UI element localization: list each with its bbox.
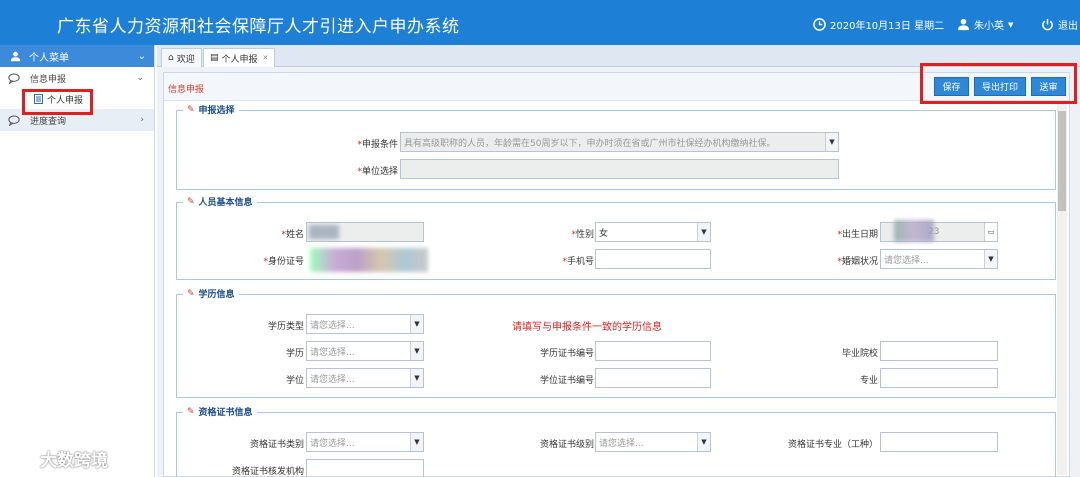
close-icon[interactable]: ✕ <box>263 54 269 62</box>
tab-welcome[interactable]: ⌂ 欢迎 <box>161 48 202 67</box>
field-label: 资格证书专业（工种） <box>787 440 878 450</box>
field-label: 资格证书核发机构 <box>231 467 304 477</box>
watermark: 大数跨境 <box>10 446 108 471</box>
tab-label: 欢迎 <box>176 54 195 65</box>
field-label: *身份证号 <box>263 257 304 267</box>
unit-select[interactable] <box>400 159 839 179</box>
field-label: 学历类型 <box>267 322 304 332</box>
scrollbar-thumb[interactable] <box>1058 111 1066 211</box>
calendar-icon: ▭ <box>984 223 997 241</box>
certificate-category-select[interactable]: 请您选择... ▼ <box>306 432 424 452</box>
vertical-scrollbar[interactable] <box>1057 103 1067 475</box>
certificate-specialty-field[interactable] <box>880 432 998 452</box>
redaction <box>310 248 428 272</box>
edit-icon: ✎ <box>187 406 195 417</box>
caret-down-icon: ▼ <box>1008 20 1014 29</box>
date-text: 2020年10月13日 星期二 <box>830 21 945 32</box>
tab-label: 个人申报 <box>221 54 258 65</box>
chevron-down-icon: ⌄ <box>137 50 146 62</box>
highlight-box-sidebar <box>22 89 93 115</box>
field-label: 专业 <box>859 376 878 386</box>
sidebar-group-label: 信息申报 <box>30 74 67 85</box>
document-icon: ▤ <box>210 53 219 63</box>
edit-icon: ✎ <box>187 288 195 299</box>
clock-icon <box>813 18 826 31</box>
user-icon <box>957 18 970 31</box>
sidebar-group-label: 进度查询 <box>30 116 67 127</box>
chevron-right-icon: › <box>140 115 144 125</box>
section-title: ✎ 申报选择 <box>183 103 239 116</box>
education-notice: 请填写与申报条件一致的学历信息 <box>512 322 662 333</box>
date-display: 2020年10月13日 星期二 <box>813 17 944 32</box>
field-label: *申报条件 <box>357 140 398 150</box>
gender-select[interactable]: 女 ▼ <box>595 222 711 242</box>
sidebar-title: 个人菜单 <box>29 52 69 64</box>
dropdown-arrow-icon: ▼ <box>697 433 710 451</box>
sidebar-group-info[interactable]: 信息申报 ⌄ <box>0 67 154 89</box>
user-icon <box>10 51 21 61</box>
form-panel: 信息申报 保存 导出打印 送审 ✎ 申报选择 *申报条件 具有高级职称的人员，年龄… <box>163 72 1070 477</box>
field-label: *出生日期 <box>837 230 878 240</box>
field-value: 具有高级职称的人员，年龄需在50周岁以下，申办时须在省或广州市社保经办机构缴纳社… <box>404 138 776 149</box>
field-label: *单位选择 <box>357 167 398 177</box>
dropdown-arrow-icon: ▼ <box>410 369 423 387</box>
power-icon <box>1042 18 1053 31</box>
degree-select[interactable]: 请您选择... ▼ <box>306 368 424 388</box>
degree-cert-number-field[interactable] <box>595 368 711 388</box>
panel-title: 信息申报 <box>168 85 205 95</box>
user-name: 朱小英 <box>974 21 1004 32</box>
education-select[interactable]: 请您选择... ▼ <box>306 341 424 361</box>
logout-label: 退出 <box>1058 21 1078 32</box>
edit-icon: ✎ <box>187 104 195 115</box>
certificate-level-select[interactable]: 请您选择... ▼ <box>595 432 711 452</box>
application-condition-select[interactable]: 具有高级职称的人员，年龄需在50周岁以下，申办时须在省或广州市社保经办机构缴纳社… <box>400 132 839 152</box>
field-label: 学位证书编号 <box>539 376 594 386</box>
education-type-select[interactable]: 请您选择... ▼ <box>306 314 424 334</box>
section-title: ✎ 学历信息 <box>183 287 239 300</box>
dropdown-arrow-icon: ▼ <box>984 250 997 268</box>
field-label: 学历证书编号 <box>539 349 594 359</box>
section-title: ✎ 人员基本信息 <box>183 195 257 208</box>
field-label: 资格证书级别 <box>539 440 594 450</box>
sidebar-header[interactable]: 个人菜单 ⌄ <box>0 45 154 67</box>
phone-field[interactable] <box>595 249 711 269</box>
certificate-issuer-field[interactable] <box>306 459 424 476</box>
dropdown-arrow-icon: ▼ <box>410 315 423 333</box>
user-menu[interactable]: 朱小英 ▼ <box>957 17 1013 32</box>
field-label: *性别 <box>571 230 594 240</box>
dropdown-arrow-icon: ▼ <box>410 433 423 451</box>
redaction <box>309 225 339 239</box>
field-label: *姓名 <box>281 230 304 240</box>
dropdown-arrow-icon: ▼ <box>825 133 838 151</box>
app-header: 广东省人力资源和社会保障厅人才引进入户申办系统 2020年10月13日 星期二 … <box>0 0 1080 45</box>
chat-icon <box>8 114 20 126</box>
field-label: 毕业院校 <box>841 349 878 359</box>
school-field[interactable] <box>880 341 998 361</box>
dropdown-arrow-icon: ▼ <box>410 342 423 360</box>
field-label: 学位 <box>285 376 304 386</box>
field-label: 学历 <box>285 349 304 359</box>
app-title: 广东省人力资源和社会保障厅人才引进入户申办系统 <box>57 17 460 37</box>
section-title: ✎ 资格证书信息 <box>183 405 257 418</box>
chat-icon <box>8 72 20 84</box>
logout-button[interactable]: 退出 <box>1041 17 1078 32</box>
field-label: 资格证书类别 <box>249 440 304 450</box>
logo-icon <box>12 451 36 466</box>
home-icon: ⌂ <box>168 53 174 63</box>
marital-status-select[interactable]: 请您选择... ▼ <box>880 249 998 269</box>
dropdown-arrow-icon: ▼ <box>697 223 710 241</box>
education-cert-number-field[interactable] <box>595 341 711 361</box>
field-label: *手机号 <box>562 257 594 267</box>
chevron-down-icon: ⌄ <box>136 73 144 83</box>
highlight-box-buttons <box>920 63 1077 104</box>
redaction <box>894 220 934 242</box>
main-area: ⌂ 欢迎 ▤ 个人申报 ✕ 信息申报 保存 导出打印 送审 ✎ 申报选择 *申报条… <box>157 45 1080 477</box>
edit-icon: ✎ <box>187 196 195 207</box>
major-field[interactable] <box>880 368 998 388</box>
field-label: *婚姻状况 <box>837 257 878 267</box>
tab-personal[interactable]: ▤ 个人申报 ✕ <box>203 48 276 67</box>
